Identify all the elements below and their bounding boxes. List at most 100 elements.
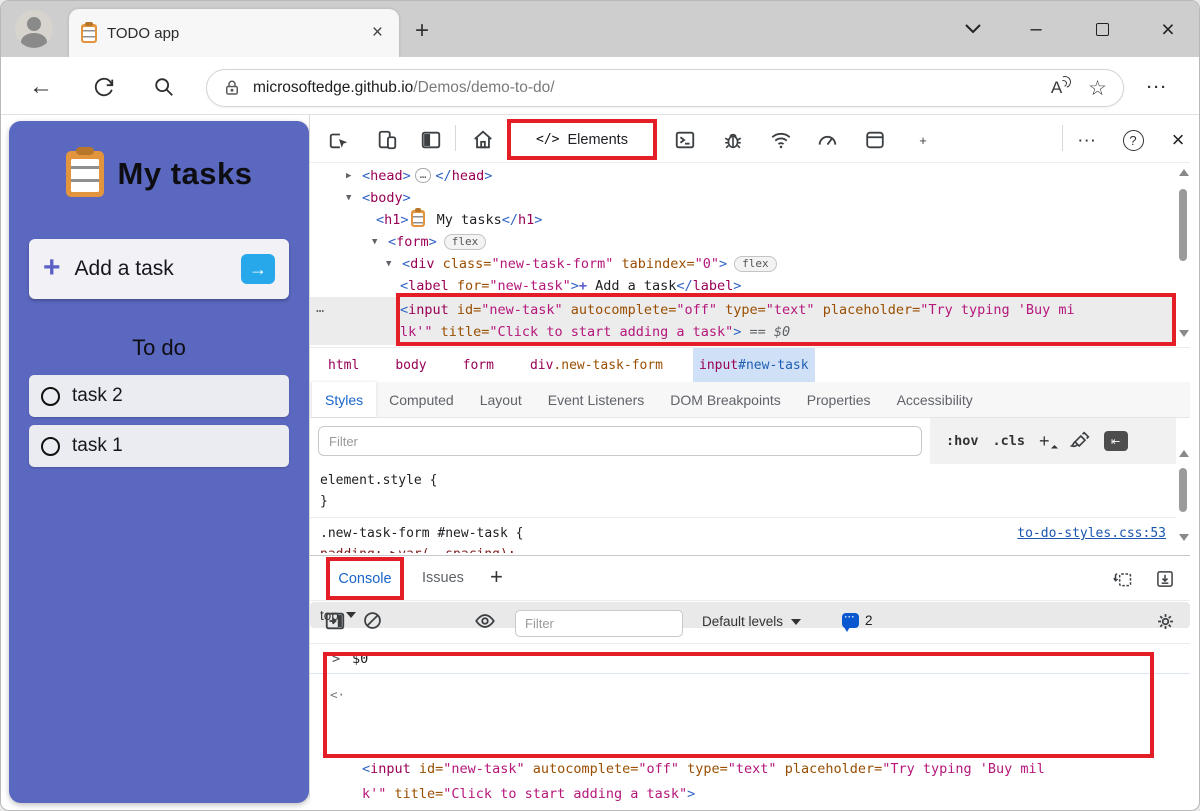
console-panel-icon[interactable] xyxy=(670,125,700,155)
return-value-icon: <· xyxy=(330,682,345,707)
css-rule-selector[interactable]: .new-task-form #new-task { xyxy=(320,523,524,544)
task-checkbox[interactable] xyxy=(41,437,60,456)
dom-tree-row[interactable]: …<input id="new-task" autocomplete="off"… xyxy=(310,297,1176,345)
stylesheet-link[interactable]: to-do-styles.css:53 xyxy=(1017,523,1166,544)
task-item[interactable]: task 1 xyxy=(29,425,289,467)
dom-tree-row[interactable]: ▶<head>…</head> xyxy=(310,165,1176,187)
console-settings-gear-icon[interactable] xyxy=(1155,611,1176,632)
styles-pane: element.style { } .new-task-form #new-ta… xyxy=(310,464,1176,555)
breadcrumb-item[interactable]: div.new-task-form xyxy=(524,348,669,382)
tree-expander-icon[interactable]: ▼ xyxy=(372,231,377,253)
home-icon[interactable] xyxy=(468,125,498,155)
browser-window: TODO app × + – × ← microsoftedge.github.… xyxy=(0,0,1200,811)
address-bar[interactable]: microsoftedge.github.io/Demos/demo-to-do… xyxy=(206,69,1124,107)
dom-tree-row[interactable]: <label for="new-task">+ Add a task</labe… xyxy=(310,275,1176,297)
tab-accessibility[interactable]: Accessibility xyxy=(884,382,986,417)
application-icon[interactable] xyxy=(860,125,890,155)
brush-icon[interactable] xyxy=(1070,431,1090,451)
console-toolbar: top Default levels 2 xyxy=(310,602,1190,644)
code-icon: </> xyxy=(536,132,559,147)
dock-side-icon[interactable] xyxy=(416,125,446,155)
add-task-field[interactable]: + Add a task → xyxy=(29,239,289,299)
dom-tree-row[interactable]: <h1> My tasks</h1> xyxy=(310,209,1176,231)
dom-tree-row[interactable]: ▼<body> xyxy=(310,187,1176,209)
network-conditions-icon[interactable] xyxy=(766,125,796,155)
task-item[interactable]: task 2 xyxy=(29,375,289,417)
back-button[interactable]: ← xyxy=(27,73,55,101)
breadcrumb-item[interactable]: html xyxy=(322,348,365,382)
tab-issues[interactable]: Issues xyxy=(422,556,464,600)
expand-drawer-icon[interactable] xyxy=(1152,566,1178,592)
search-icon[interactable] xyxy=(150,73,178,101)
favorites-star-icon[interactable]: ☆ xyxy=(1088,76,1107,101)
device-emulation-icon[interactable] xyxy=(372,125,402,155)
styles-tab-bar: StylesComputedLayoutEvent ListenersDOM B… xyxy=(310,382,1190,418)
message-bubble-icon xyxy=(842,613,859,628)
todo-app-panel: My tasks + Add a task → To do task 2 task… xyxy=(9,121,309,803)
browser-menu-icon[interactable]: ··· xyxy=(1147,79,1168,96)
tab-styles[interactable]: Styles xyxy=(312,382,376,417)
tab-event-listeners[interactable]: Event Listeners xyxy=(535,382,658,417)
profile-avatar[interactable] xyxy=(15,10,53,48)
live-expression-eye-icon[interactable] xyxy=(474,610,496,632)
inline-style-selector[interactable]: element.style { xyxy=(320,470,1176,491)
todo-section-heading: To do xyxy=(9,335,309,361)
chevron-down-icon xyxy=(346,612,356,618)
submit-task-button[interactable]: → xyxy=(241,254,275,284)
dom-row-actions-icon[interactable]: … xyxy=(316,297,325,319)
tab-computed[interactable]: Computed xyxy=(376,382,467,417)
clear-console-icon[interactable] xyxy=(362,610,383,631)
maximize-button[interactable] xyxy=(1085,15,1119,43)
drawer-layout-icon[interactable] xyxy=(1110,566,1136,592)
log-levels-dropdown[interactable]: Default levels xyxy=(702,614,801,629)
console-filter-input[interactable] xyxy=(515,610,683,637)
todo-favicon xyxy=(81,24,97,43)
devtools-close-icon[interactable]: × xyxy=(1163,125,1193,155)
tab-dom-breakpoints[interactable]: DOM Breakpoints xyxy=(657,382,793,417)
refresh-button[interactable] xyxy=(90,73,118,101)
breadcrumb-item[interactable]: body xyxy=(389,348,432,382)
css-property-clipped: padding: ▶var(--spacing); xyxy=(310,544,1176,553)
tab-list-chevron-icon[interactable] xyxy=(956,15,990,43)
drawer-more-tabs-icon[interactable]: + xyxy=(490,564,503,590)
tree-expander-icon[interactable]: ▶ xyxy=(346,165,351,187)
more-tools-plus-icon[interactable]: + xyxy=(908,125,938,155)
styles-scrollbar[interactable] xyxy=(1176,422,1190,555)
app-title: My tasks xyxy=(118,156,253,192)
inspect-element-icon[interactable] xyxy=(324,125,354,155)
browser-tab[interactable]: TODO app × xyxy=(69,9,399,57)
tab-close-icon[interactable]: × xyxy=(368,22,387,44)
styles-filter-input[interactable] xyxy=(318,426,922,456)
tab-elements[interactable]: </> Elements xyxy=(507,119,657,160)
console-messages-badge[interactable]: 2 xyxy=(842,613,873,628)
new-style-rule-icon[interactable]: + xyxy=(1039,431,1056,452)
breadcrumb-item[interactable]: form xyxy=(457,348,500,382)
console-input-echo[interactable]: > $0 xyxy=(310,644,1190,673)
devtools-menu-icon[interactable]: ··· xyxy=(1073,125,1103,155)
tab-properties[interactable]: Properties xyxy=(794,382,884,417)
console-result[interactable]: <· <input id="new-task" autocomplete="of… xyxy=(310,674,1190,811)
performance-icon[interactable] xyxy=(812,125,842,155)
breadcrumb-item[interactable]: input#new-task xyxy=(693,348,815,382)
url-text[interactable]: microsoftedge.github.io/Demos/demo-to-do… xyxy=(253,79,1051,97)
minimize-button[interactable]: – xyxy=(1019,15,1053,43)
toggle-class-editor[interactable]: .cls xyxy=(993,433,1026,449)
tree-expander-icon[interactable]: ▼ xyxy=(346,187,351,209)
console-sidebar-icon[interactable] xyxy=(324,610,346,632)
toggle-hover-state[interactable]: :hov xyxy=(946,433,979,449)
plus-icon: + xyxy=(43,251,61,285)
tab-layout[interactable]: Layout xyxy=(467,382,535,417)
dom-tree-scrollbar[interactable] xyxy=(1176,165,1190,347)
issues-bug-icon[interactable] xyxy=(718,125,748,155)
read-aloud-icon[interactable]: A xyxy=(1051,78,1062,98)
help-icon[interactable]: ? xyxy=(1118,125,1148,155)
tab-console[interactable]: Console xyxy=(326,557,404,600)
new-tab-button[interactable]: + xyxy=(415,17,429,45)
computed-sidebar-toggle-icon[interactable]: ⇤ xyxy=(1104,431,1128,451)
task-checkbox[interactable] xyxy=(41,387,60,406)
dom-tree-row[interactable]: ▼<div class="new-task-form" tabindex="0"… xyxy=(310,253,1176,275)
tree-expander-icon[interactable]: ▼ xyxy=(386,253,391,275)
dom-tree-row[interactable]: ▼<form>flex xyxy=(310,231,1176,253)
window-close-button[interactable]: × xyxy=(1151,15,1185,43)
url-path: /Demos/demo-to-do/ xyxy=(413,79,554,96)
